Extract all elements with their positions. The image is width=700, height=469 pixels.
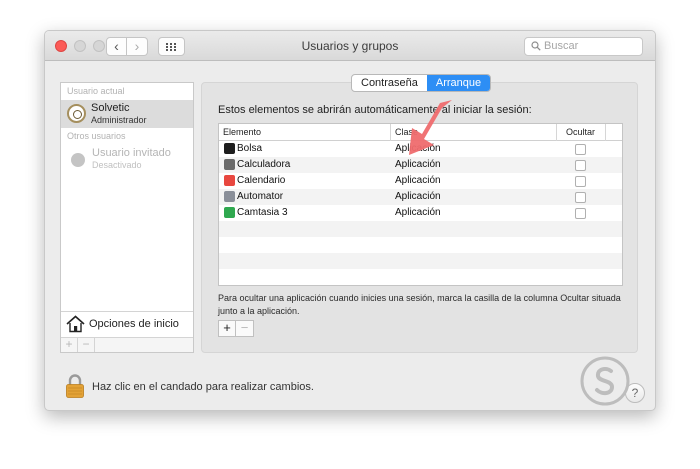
title-bar: ‹ › Usuarios y grupos Buscar	[45, 31, 655, 61]
empty-table-row	[219, 221, 622, 237]
tab-password[interactable]: Contraseña	[352, 75, 427, 91]
current-user-section-label: Usuario actual	[67, 86, 125, 96]
app-name: Calendario	[237, 175, 286, 186]
search-field[interactable]: Buscar	[524, 37, 643, 56]
avatar	[67, 104, 86, 123]
hide-checkbox[interactable]	[575, 208, 586, 219]
app-name: Calculadora	[237, 159, 291, 170]
empty-table-row	[219, 237, 622, 253]
users-sidebar: Usuario actual Solvetic Administrador Ot…	[60, 82, 194, 353]
table-row[interactable]: Camtasia 3 Aplicación	[219, 205, 622, 221]
app-type: Aplicación	[395, 191, 441, 202]
search-placeholder: Buscar	[544, 40, 579, 52]
user-name: Solvetic	[91, 102, 130, 114]
app-type: Aplicación	[395, 175, 441, 186]
solvetic-logo-icon	[580, 356, 630, 406]
empty-table-row	[219, 269, 622, 285]
empty-table-row	[219, 253, 622, 269]
segmented-tabs: Contraseña Arranque	[351, 74, 492, 92]
app-icon	[224, 191, 235, 202]
users-groups-window: ‹ › Usuarios y grupos Buscar Usuario act…	[44, 30, 656, 411]
hide-checkbox[interactable]	[575, 160, 586, 171]
app-type: Aplicación	[395, 207, 441, 218]
other-users-section-label: Otros usuarios	[67, 131, 126, 141]
tab-startup[interactable]: Arranque	[426, 75, 491, 91]
login-options-button[interactable]: Opciones de inicio	[61, 311, 193, 337]
app-icon	[224, 207, 235, 218]
add-item-button[interactable]: +	[219, 321, 236, 336]
user-role: Administrador	[91, 115, 147, 125]
table-row[interactable]: Calculadora Aplicación	[219, 157, 622, 173]
startup-info-text: Estos elementos se abrirán automáticamen…	[218, 104, 532, 116]
guest-user-status: Desactivado	[92, 160, 142, 170]
app-name: Automator	[237, 191, 284, 202]
hide-hint-text: Para ocultar una aplicación cuando inici…	[218, 293, 621, 316]
app-type: Aplicación	[395, 159, 441, 170]
home-icon	[66, 315, 85, 333]
search-icon	[531, 41, 541, 51]
remove-item-button[interactable]: −	[236, 321, 253, 336]
hide-checkbox[interactable]	[575, 144, 586, 155]
table-row[interactable]: Calendario Aplicación	[219, 173, 622, 189]
hide-checkbox[interactable]	[575, 192, 586, 203]
sidebar-button-bar: + −	[61, 337, 193, 352]
table-row[interactable]: Automator Aplicación	[219, 189, 622, 205]
login-options-label: Opciones de inicio	[89, 318, 179, 330]
guest-user-name: Usuario invitado	[92, 147, 171, 159]
app-type: Aplicación	[395, 143, 441, 154]
table-header: Elemento Clase Ocultar	[219, 124, 622, 141]
remove-user-button[interactable]: −	[78, 338, 95, 352]
lock-hint-text: Haz clic en el candado para realizar cam…	[92, 381, 314, 393]
app-icon	[224, 143, 235, 154]
column-header-hide[interactable]: Ocultar	[566, 127, 595, 137]
lock-icon[interactable]	[65, 373, 85, 399]
user-row-solvetic[interactable]: Solvetic Administrador	[61, 100, 193, 128]
hide-checkbox[interactable]	[575, 176, 586, 187]
table-row[interactable]: Bolsa Aplicación	[219, 141, 622, 157]
app-icon	[224, 175, 235, 186]
app-name: Camtasia 3	[237, 207, 288, 218]
app-name: Bolsa	[237, 143, 263, 154]
column-header-type[interactable]: Clase	[395, 127, 418, 137]
startup-item-buttons: + −	[218, 320, 254, 337]
startup-items-table: Elemento Clase Ocultar Bolsa Aplicación Ca…	[218, 123, 623, 286]
guest-avatar-icon	[71, 153, 85, 167]
column-header-item[interactable]: Elemento	[223, 127, 261, 137]
add-user-button[interactable]: +	[61, 338, 78, 352]
app-icon	[224, 159, 235, 170]
